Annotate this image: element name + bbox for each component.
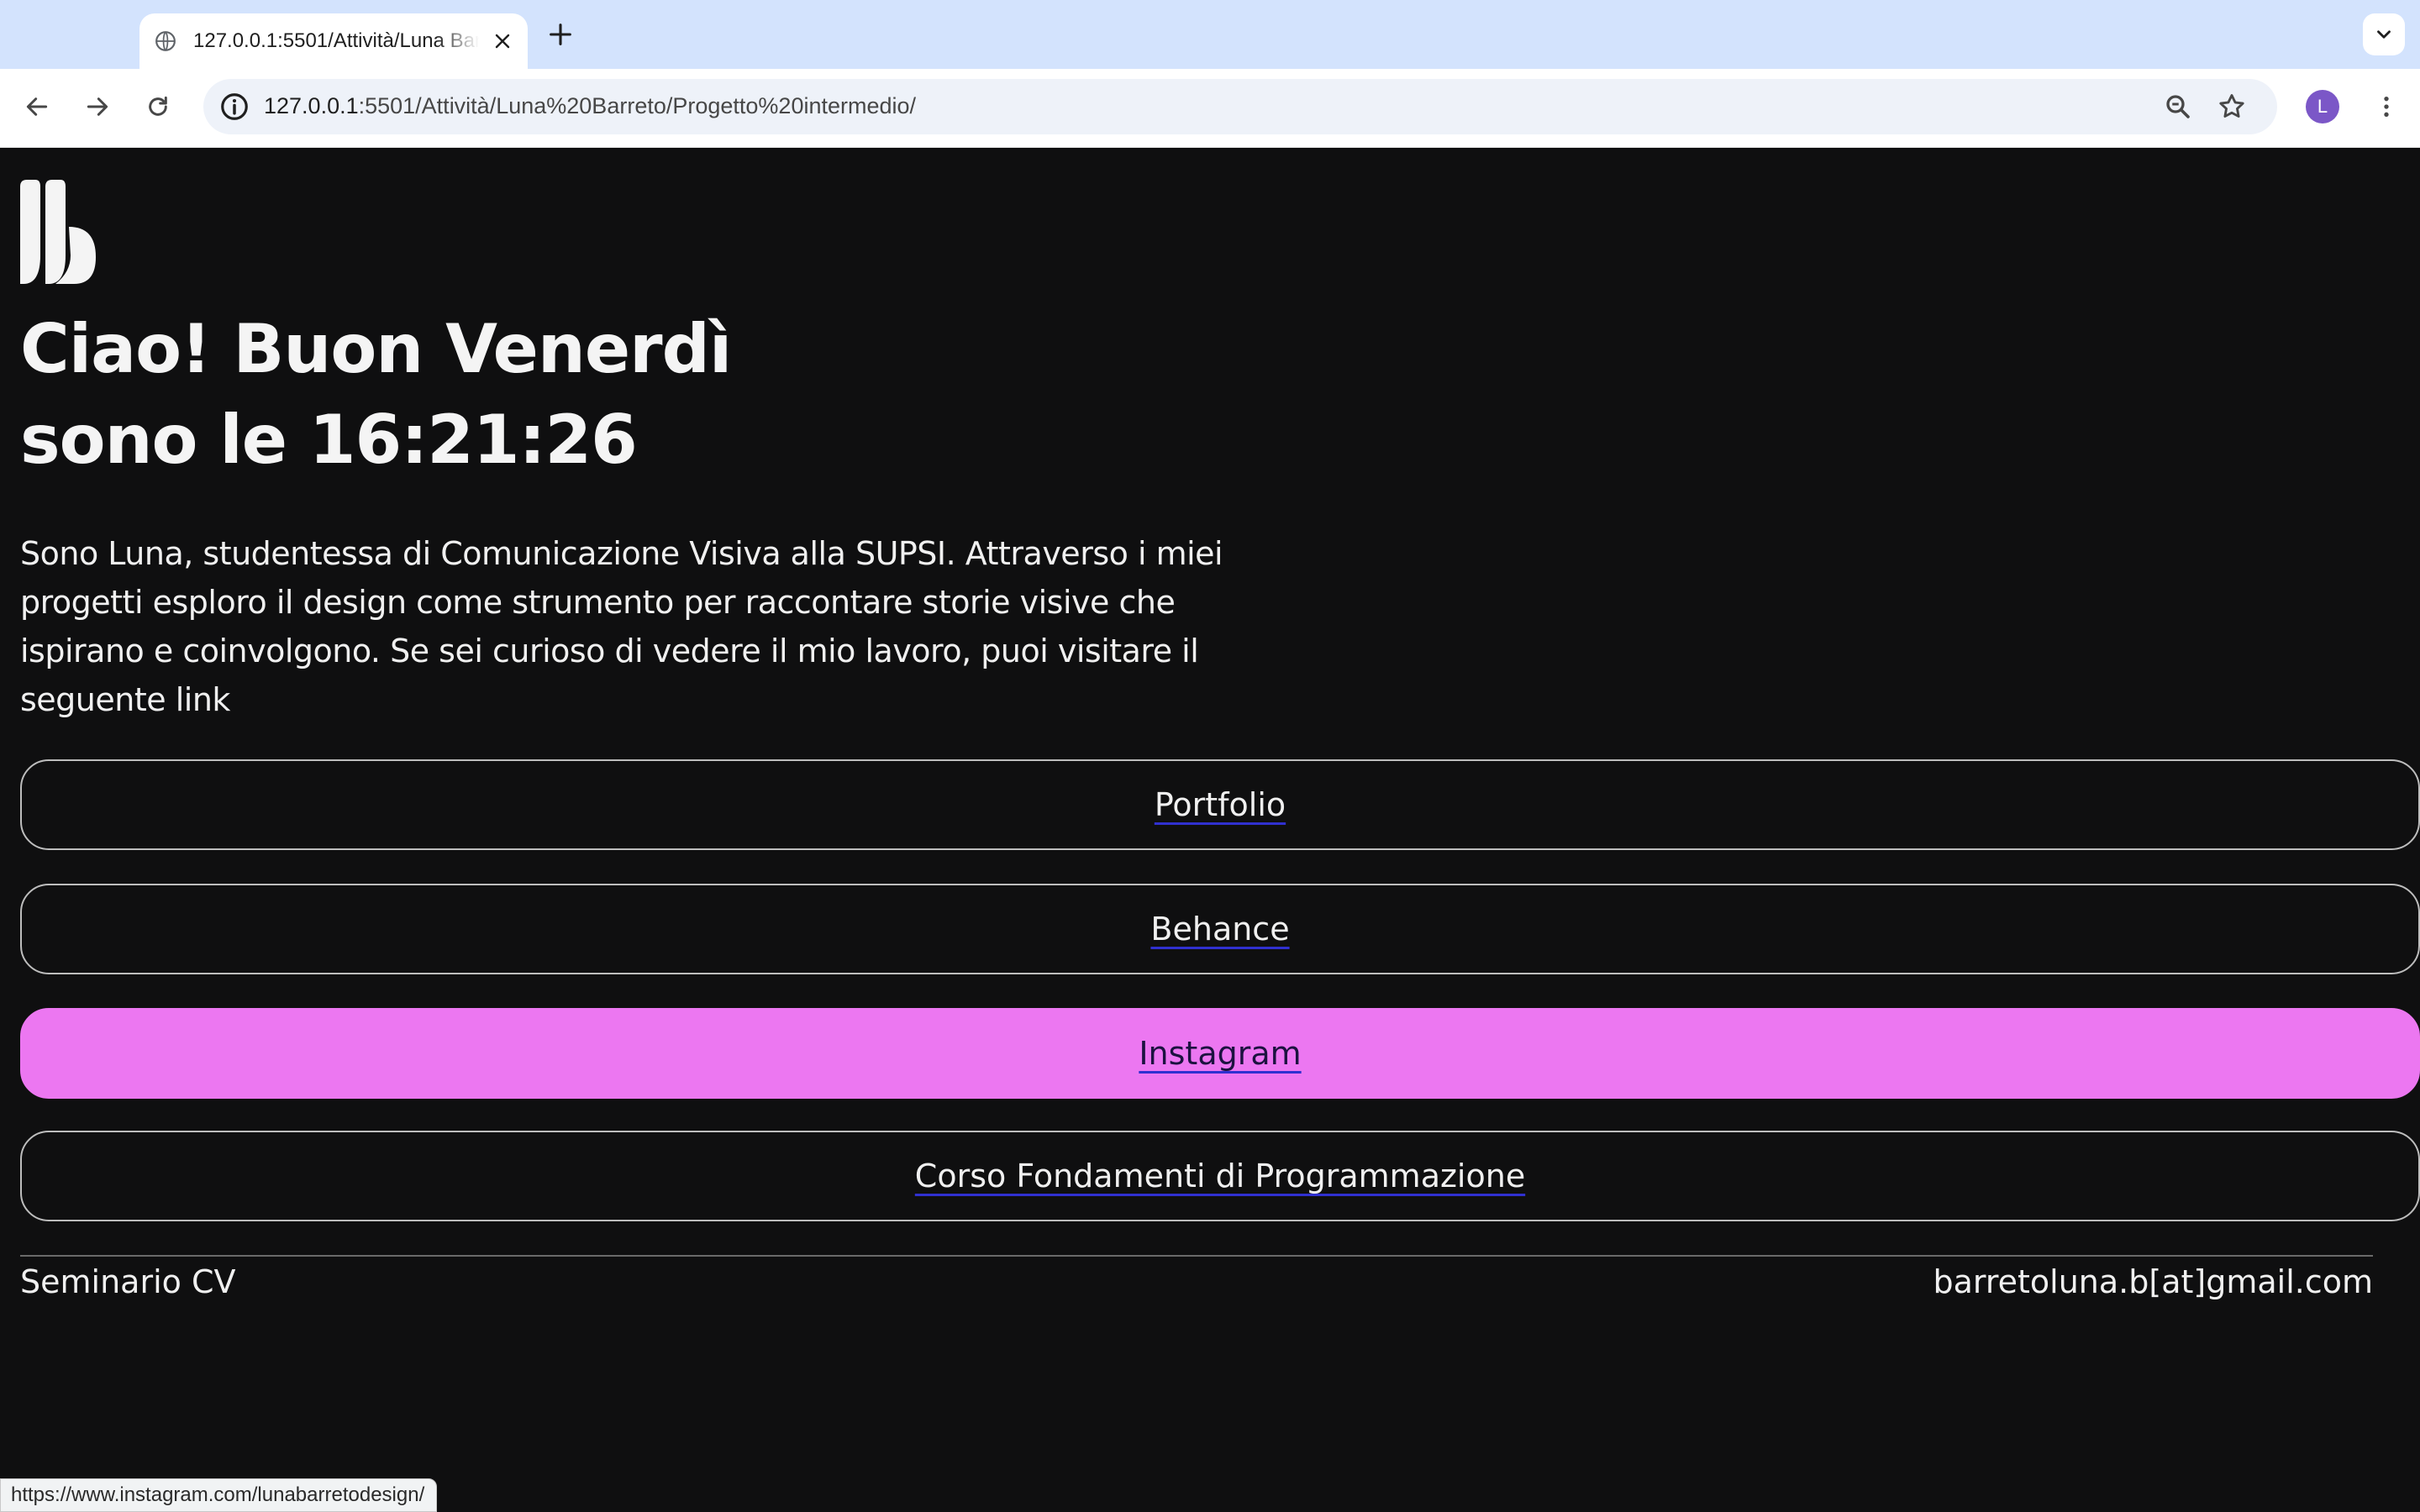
forward-button[interactable] <box>81 90 114 123</box>
behance-link-button[interactable]: Behance <box>20 884 2420 974</box>
zoom-icon[interactable] <box>2163 92 2193 122</box>
arrow-right-icon <box>87 97 108 116</box>
browser-toolbar: 127.0.0.1:5501/Attività/Luna%20Barreto/P… <box>0 69 2420 148</box>
page-viewport: Ciao! Buon Venerdì sono le 16:21:26 Sono… <box>0 148 2420 1512</box>
globe-icon <box>155 31 176 51</box>
reload-icon <box>149 96 167 116</box>
url-path: :5501/Attività/Luna%20Barreto/Progetto%2… <box>358 93 917 118</box>
portfolio-link-button[interactable]: Portfolio <box>20 759 2420 850</box>
tab-search-button[interactable] <box>2363 13 2405 55</box>
intro-paragraph: Sono Luna, studentessa di Comunicazione … <box>20 535 1223 718</box>
close-icon[interactable] <box>492 31 513 51</box>
browser-tab[interactable]: 127.0.0.1:5501/Attività/Luna Barreto/Pro… <box>139 13 528 69</box>
browser-menu-button[interactable] <box>2370 90 2403 123</box>
arrow-left-icon <box>26 97 48 116</box>
more-vertical-icon <box>2384 97 2389 117</box>
url-host: 127.0.0.1 <box>264 93 359 118</box>
site-info-icon[interactable] <box>218 91 250 123</box>
url-text[interactable]: 127.0.0.1:5501/Attività/Luna%20Barreto/P… <box>264 93 916 119</box>
bookmark-star-icon[interactable] <box>2217 92 2247 122</box>
tab-title: 127.0.0.1:5501/Attività/Luna Barreto/Pro… <box>193 29 479 52</box>
greeting-line-day: Ciao! Buon Venerdì <box>20 310 732 388</box>
chevron-down-icon <box>2377 30 2391 39</box>
back-button[interactable] <box>20 90 54 123</box>
profile-avatar[interactable]: L <box>2306 90 2339 123</box>
greeting-heading: Ciao! Buon Venerdì sono le 16:21:26 <box>20 304 732 486</box>
instagram-link-button[interactable]: Instagram <box>20 1008 2420 1099</box>
greeting-line-time: sono le 16:21:26 <box>20 401 638 479</box>
reload-button[interactable] <box>141 90 175 123</box>
address-bar[interactable]: 127.0.0.1:5501/Attività/Luna%20Barreto/P… <box>203 79 2277 134</box>
footer-email: barretoluna.b[at]gmail.com <box>1933 1263 2373 1300</box>
footer-seminar-text: Seminario CV <box>20 1263 236 1300</box>
course-link-button[interactable]: Corso Fondamenti di Programmazione <box>20 1131 2420 1221</box>
link-status-bubble: https://www.instagram.com/lunabarretodes… <box>0 1478 438 1512</box>
logo <box>20 180 96 284</box>
new-tab-plus-icon[interactable] <box>546 20 575 49</box>
browser-tabstrip: 127.0.0.1:5501/Attività/Luna Barreto/Pro… <box>0 0 2420 69</box>
